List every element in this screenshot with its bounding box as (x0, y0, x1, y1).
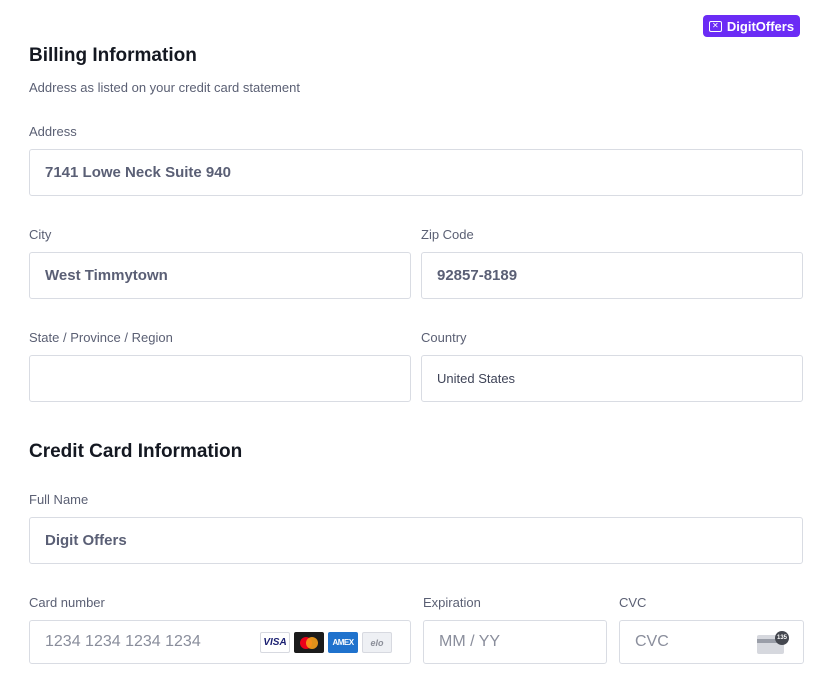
brand-name: DigitOffers (726, 18, 795, 34)
address-input[interactable]: 7141 Lowe Neck Suite 940 (29, 149, 803, 196)
expiration-input[interactable]: MM / YY (423, 620, 607, 664)
visa-icon: VISA (260, 632, 290, 653)
cvc-label: CVC (619, 595, 647, 610)
state-input[interactable] (29, 355, 411, 402)
zip-value: 92857-8189 (437, 267, 518, 284)
full-name-label: Full Name (29, 492, 89, 507)
cvc-placeholder: CVC (635, 633, 669, 650)
card-brand-logos: VISA AMEX elo (260, 632, 392, 653)
expiration-label: Expiration (423, 595, 481, 610)
zip-input[interactable]: 92857-8189 (421, 252, 803, 299)
elo-icon: elo (362, 632, 392, 653)
city-value: West Timmytown (45, 267, 168, 284)
address-label: Address (29, 124, 77, 139)
mastercard-icon (294, 632, 324, 653)
full-name-value: Digit Offers (45, 532, 127, 549)
country-select[interactable]: United States (421, 355, 803, 402)
card-cvc-icon: 135 (757, 631, 789, 655)
expiration-placeholder: MM / YY (439, 633, 501, 650)
zip-label: Zip Code (421, 227, 474, 242)
brand-badge[interactable]: ✕ DigitOffers (703, 15, 800, 37)
state-label: State / Province / Region (29, 330, 173, 345)
cvc-input[interactable]: CVC 135 (619, 620, 804, 664)
address-value: 7141 Lowe Neck Suite 940 (45, 164, 231, 181)
billing-title: Billing Information (29, 45, 197, 66)
city-label: City (29, 227, 52, 242)
cvc-badge: 135 (775, 631, 789, 645)
ticket-icon: ✕ (708, 20, 722, 32)
card-number-input[interactable]: 1234 1234 1234 1234 VISA AMEX elo (29, 620, 411, 664)
amex-icon: AMEX (328, 632, 358, 653)
card-title: Credit Card Information (29, 441, 243, 462)
card-number-label: Card number (29, 595, 105, 610)
country-value: United States (437, 371, 516, 386)
full-name-input[interactable]: Digit Offers (29, 517, 803, 564)
billing-subtitle: Address as listed on your credit card st… (29, 80, 300, 95)
city-input[interactable]: West Timmytown (29, 252, 411, 299)
country-label: Country (421, 330, 467, 345)
card-number-placeholder: 1234 1234 1234 1234 (45, 633, 201, 650)
checkout-form: ✕ DigitOffers Billing Information Addres… (0, 0, 823, 688)
